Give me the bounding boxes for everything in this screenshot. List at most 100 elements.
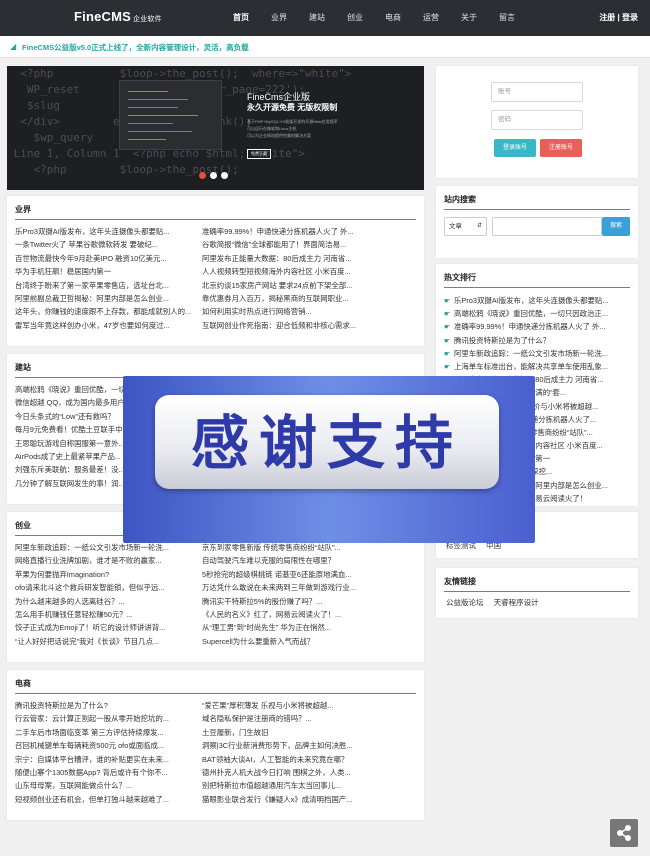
article-link[interactable]: 为什么越来越多的人选离硅谷？... — [15, 595, 195, 608]
article-link[interactable]: 从“理工男”到“时尚先生” 华为正在悄然... — [202, 621, 382, 634]
password-input[interactable]: 密码 — [491, 110, 583, 130]
site-logo[interactable]: FineCMS 企业软件 — [74, 9, 162, 24]
hot-article-item[interactable]: ☛ 高端松鸦《晓说》重回优酷，一切只因政治正... — [444, 307, 630, 320]
article-link[interactable]: 靠优惠券月入百万，揭秘黑商的互联网职业... — [202, 292, 382, 305]
section-title[interactable]: 建站 — [15, 362, 31, 373]
article-link[interactable]: 自动驾驶汽车难以克服的局限性在哪里？ — [202, 554, 382, 567]
article-link[interactable]: 一条Twitter火了 苹果谷歌微软转发 要破纪... — [15, 238, 195, 251]
article-link[interactable]: 准确率99.99%！申通快递分拣机器人火了 外... — [202, 225, 382, 238]
account-input[interactable]: 账号 — [491, 82, 583, 102]
slider-dot-2[interactable] — [210, 172, 217, 179]
hot-article-item[interactable]: ☛ 阿里车新政追踪：一纸公文引发市场新一轮洗... — [444, 347, 630, 360]
section-title[interactable]: 创业 — [15, 520, 31, 531]
banner-subtitle: 永久开源免费 无版权限制 — [247, 103, 338, 112]
share-button[interactable] — [610, 819, 638, 847]
article-link[interactable]: 饺子正式成为Emoji了！听它的设计师讲讲背... — [15, 621, 195, 634]
article-link[interactable]: 5秒抢完的超级棋桃链 诺基亚6还能原地满血... — [202, 568, 382, 581]
hot-article-title: 腾讯投资特斯拉是为了什么？ — [454, 335, 551, 345]
register-login-link[interactable]: 注册 | 登录 — [599, 0, 638, 36]
article-link[interactable]: Supercell为什么要重新入气而战？ — [202, 635, 382, 648]
hot-article-item[interactable]: ☛ 上海单车标准出台，能解决共享单车使用乱象... — [444, 360, 630, 373]
banner-description: 基于PHP+MySQL+CI框架开发的开源Web应用程序 可以运行在微软和Linu… — [247, 119, 338, 138]
article-link[interactable]: 京东到家零售新版 传统零售商纷纷“站队”... — [202, 541, 382, 554]
banner-download-button[interactable]: 免费下载 — [247, 149, 271, 159]
article-link[interactable]: 短视频创业还有机会，但单打独斗越来越难了... — [15, 793, 195, 806]
slider-dot-1[interactable] — [199, 172, 206, 179]
article-list: 阿里车新政追踪：一纸公文引发市场新一轮洗... 京东到家零售新版 传统零售商纷纷“… — [15, 541, 415, 648]
article-link[interactable]: 召回机械键单车每辆耗资500元 ofo或面临成... — [15, 739, 195, 752]
article-link[interactable]: 阿里前副总裁卫哲揭秘：阿里内部是怎么创业... — [15, 292, 195, 305]
nav-item-startup[interactable]: 创业 — [336, 0, 374, 36]
article-link[interactable]: 腾讯实干特斯拉5%的股份赚了吗？... — [202, 595, 382, 608]
article-link[interactable]: 百世物流最快今年9月赴美IPO 融资10亿美元... — [15, 252, 195, 265]
article-link[interactable]: “爱芒果”厚积薄发 乐视与小米将被超越... — [202, 699, 382, 712]
nav-item-about[interactable]: 关于 — [450, 0, 488, 36]
article-link[interactable]: 乐Pro3双摄AI版发布，这年头连摄像头都要贴... — [15, 225, 195, 238]
article-link[interactable]: 猫眼影业联合发行《嫌疑人x》成清明档国产... — [202, 793, 382, 806]
thumb-icon: ☛ — [444, 363, 451, 371]
article-link[interactable]: ofo请来北斗这个救兵研发智能锁，但似乎远... — [15, 581, 195, 594]
nav-item-message[interactable]: 留言 — [488, 0, 526, 36]
friend-link[interactable]: 天睿程序设计 — [494, 598, 539, 607]
article-link[interactable]: 随便山寨个1305数据App? 背后或许有个你不... — [15, 766, 195, 779]
article-link[interactable]: 别把特斯拉市值超越通用汽车太当回事儿... — [202, 779, 382, 792]
article-link[interactable]: 苹果为何要抛弃Imagination? — [15, 568, 195, 581]
banner-screenshot — [119, 80, 222, 150]
hot-article-title: 上海单车标准出台，能解决共享单车使用乱象... — [454, 361, 608, 371]
article-link[interactable]: 谷歌简报“微信”全球都能用了！界面简洁易... — [202, 238, 382, 251]
friend-link[interactable]: 公益版论坛 — [446, 598, 484, 607]
article-link[interactable]: 腾讯投资特斯拉是为了什么? — [15, 699, 195, 712]
thumb-icon: ☛ — [444, 324, 451, 332]
section-divider — [444, 591, 630, 592]
article-link[interactable]: 万达凭什么敢说在未来两到三年做到游戏行业... — [202, 581, 382, 594]
article-link[interactable]: 阿里发布正能量大数据：80后成主力 河南省... — [202, 252, 382, 265]
article-link[interactable]: 土豆履新，门生故旧 — [202, 726, 382, 739]
nav-item-industry[interactable]: 业界 — [260, 0, 298, 36]
search-input[interactable] — [492, 217, 602, 236]
article-link[interactable]: 这年头，你赚钱的速度跟不上存款，都能成就别人的... — [15, 305, 195, 318]
hot-article-item[interactable]: ☛ 乐Pro3双摄AI版发布，这年头连摄像头都要贴... — [444, 294, 630, 307]
section-divider — [444, 209, 630, 210]
slider-dot-3[interactable] — [221, 172, 228, 179]
nav-item-build[interactable]: 建站 — [298, 0, 336, 36]
article-link[interactable]: 雷军当年竟这样创办小米，47岁也要如何度过... — [15, 319, 195, 332]
hot-article-item[interactable]: ☛ 准确率99.99%！申通快递分拣机器人火了 外... — [444, 320, 630, 333]
hot-article-item[interactable]: ☛ 腾讯投资特斯拉是为了什么？ — [444, 334, 630, 347]
article-link[interactable]: 阿里车新政追踪：一纸公文引发市场新一轮洗... — [15, 541, 195, 554]
nav-item-operation[interactable]: 运营 — [412, 0, 450, 36]
article-link[interactable]: 怎么用手机赚钱任意轻松赚50元？... — [15, 608, 195, 621]
search-type-select[interactable]: 文章 ⇵ — [444, 217, 487, 236]
search-title: 站内搜索 — [444, 195, 476, 204]
hot-article-title: 准确率99.99%！申通快递分拣机器人火了 外... — [454, 322, 606, 332]
register-button[interactable]: 注册账号 — [540, 139, 582, 157]
section-title[interactable]: 电商 — [15, 678, 31, 689]
section-divider — [444, 287, 630, 288]
article-link[interactable]: 互联网创业作死指南：迎合低频和非核心需求... — [202, 319, 382, 332]
article-link[interactable]: 北京约谈15家房产网站 要求24点前下架全部... — [202, 279, 382, 292]
article-link[interactable]: BAT领袖大谈AI，人工智能的未来究竟在哪？ — [202, 753, 382, 766]
article-link[interactable]: “让人好好把话说完”我对《长谈》节目几点... — [15, 635, 195, 648]
login-button[interactable]: 登录账号 — [494, 139, 536, 157]
article-link[interactable]: 网络直播行业洗牌加剧，谁才是不败的赢家... — [15, 554, 195, 567]
article-link[interactable]: 宗宁：自媒体平台糟评，谁的补贴更实在未来... — [15, 753, 195, 766]
article-link[interactable]: 台湾终于盼来了第一家苹果零售店，选址台北... — [15, 279, 195, 292]
section-title[interactable]: 业界 — [15, 204, 31, 215]
article-link[interactable]: 山东母母案，互联网能做点什么？... — [15, 779, 195, 792]
article-link[interactable]: 华为手机狂飙！稳居国内第一 — [15, 265, 195, 278]
article-link[interactable]: 人人视频转型短视频海外内容社区 小米百度... — [202, 265, 382, 278]
article-link[interactable]: 行云管家：云计算正割起一股从零开始挖坑的... — [15, 712, 195, 725]
nav-item-ecommerce[interactable]: 电商 — [374, 0, 412, 36]
notice-text[interactable]: FineCMS公益版v5.0正式上线了，全新内容管理设计，灵活，高负载 — [22, 42, 249, 53]
article-link[interactable]: 域名隐私保护是注册商的错吗？... — [202, 712, 382, 725]
hot-title: 热文排行 — [444, 273, 476, 282]
nav-item-home[interactable]: 首页 — [222, 0, 260, 36]
article-link[interactable]: 《人民的名义》红了，网易云阅读火了！... — [202, 608, 382, 621]
article-link[interactable]: 二手车后市场面临变革 第三方评估持续爆发... — [15, 726, 195, 739]
hot-article-title: 高端松鸦《晓说》重回优酷，一切只因政治正... — [454, 309, 608, 319]
thumb-icon: ☛ — [444, 298, 451, 305]
section-divider — [15, 219, 416, 220]
article-link[interactable]: 洞察|3C行业新消费形势下，品牌主如何决胜... — [202, 739, 382, 752]
search-button[interactable]: 搜索 — [602, 217, 630, 236]
article-link[interactable]: 德州扑克人机大战今日打响 围棋之外，人类... — [202, 766, 382, 779]
article-link[interactable]: 如何利用实时热点进行网络营销... — [202, 305, 382, 318]
